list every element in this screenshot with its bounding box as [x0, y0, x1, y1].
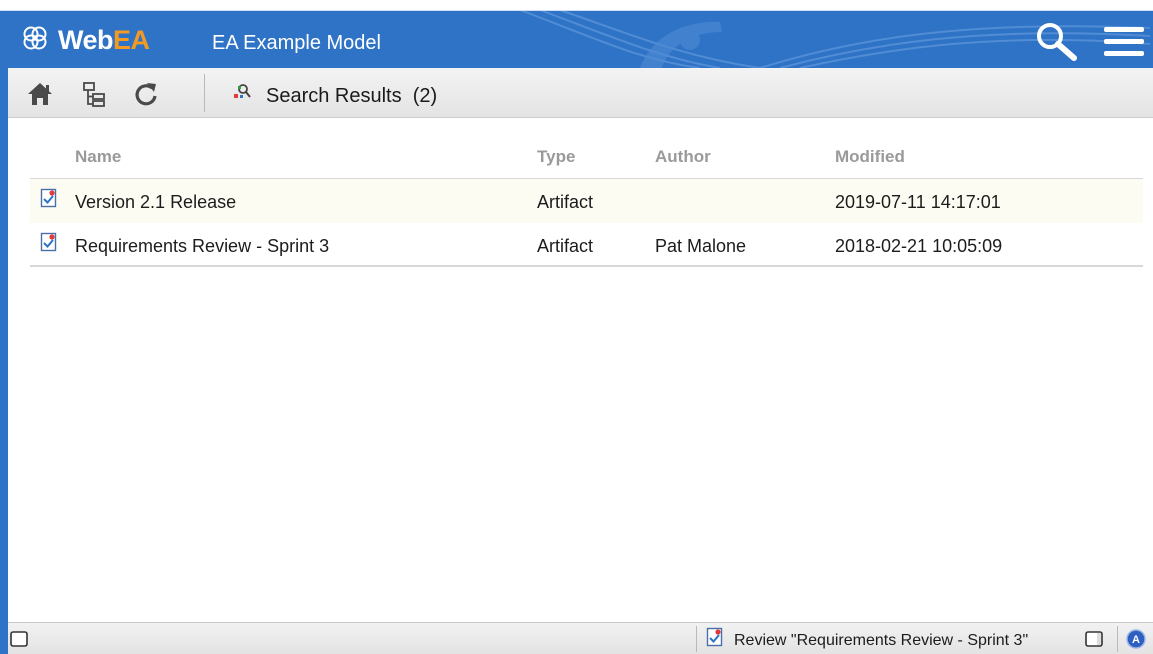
- status-separator: [696, 626, 697, 652]
- row-type: Artifact: [537, 236, 594, 256]
- toolbar: Search Results (2): [8, 68, 1153, 118]
- webea-logo-icon: [23, 26, 47, 50]
- app-header: WebEA EA Example Model: [0, 0, 1153, 68]
- page-title: Search Results (2): [266, 85, 438, 107]
- status-separator: [1117, 626, 1118, 652]
- toolbar-separator: [204, 74, 205, 112]
- column-header-name[interactable]: Name: [75, 147, 121, 167]
- row-name: Version 2.1 Release: [75, 192, 237, 212]
- webea-logo-text: WebEA: [58, 25, 150, 55]
- artifact-icon: [706, 627, 723, 647]
- current-element-text: Review "Requirements Review - Sprint 3": [734, 632, 1029, 649]
- table-row[interactable]: Requirements Review - Sprint 3 Artifact …: [30, 223, 1143, 267]
- artifact-icon: [40, 232, 57, 252]
- model-name: EA Example Model: [212, 32, 381, 54]
- status-bar: Review "Requirements Review - Sprint 3" …: [8, 622, 1153, 654]
- row-modified: 2018-02-21 10:05:09: [835, 236, 1003, 256]
- table-header: Name Type Author Modified: [30, 138, 1143, 179]
- result-count: (2): [412, 85, 438, 107]
- column-header-modified[interactable]: Modified: [835, 147, 905, 167]
- column-header-type[interactable]: Type: [537, 147, 575, 167]
- properties-panel-icon[interactable]: [1083, 628, 1105, 650]
- row-modified: 2019-07-11 14:17:01: [835, 192, 1001, 212]
- tree-browser-icon[interactable]: [80, 80, 108, 108]
- search-results-icon: [234, 84, 251, 98]
- left-edge-bar: [0, 68, 8, 654]
- column-header-author[interactable]: Author: [655, 147, 711, 167]
- search-results-table: Name Type Author Modified Version 2.1 Re…: [30, 138, 1143, 267]
- table-row[interactable]: Version 2.1 Release Artifact 2019-07-11 …: [30, 179, 1143, 223]
- header-decoration: [0, 0, 1153, 68]
- hamburger-menu-icon[interactable]: [1104, 27, 1144, 57]
- artifact-icon: [40, 188, 57, 208]
- home-icon[interactable]: [26, 80, 54, 108]
- magnifier-icon[interactable]: [1032, 22, 1080, 62]
- row-name: Requirements Review - Sprint 3: [75, 236, 330, 256]
- refresh-icon[interactable]: [132, 80, 160, 108]
- row-author: Pat Malone: [655, 236, 747, 256]
- panel-toggle-icon[interactable]: [8, 628, 30, 650]
- row-type: Artifact: [537, 192, 594, 212]
- user-status-icon[interactable]: A: [1125, 628, 1147, 650]
- svg-text:A: A: [1132, 634, 1140, 646]
